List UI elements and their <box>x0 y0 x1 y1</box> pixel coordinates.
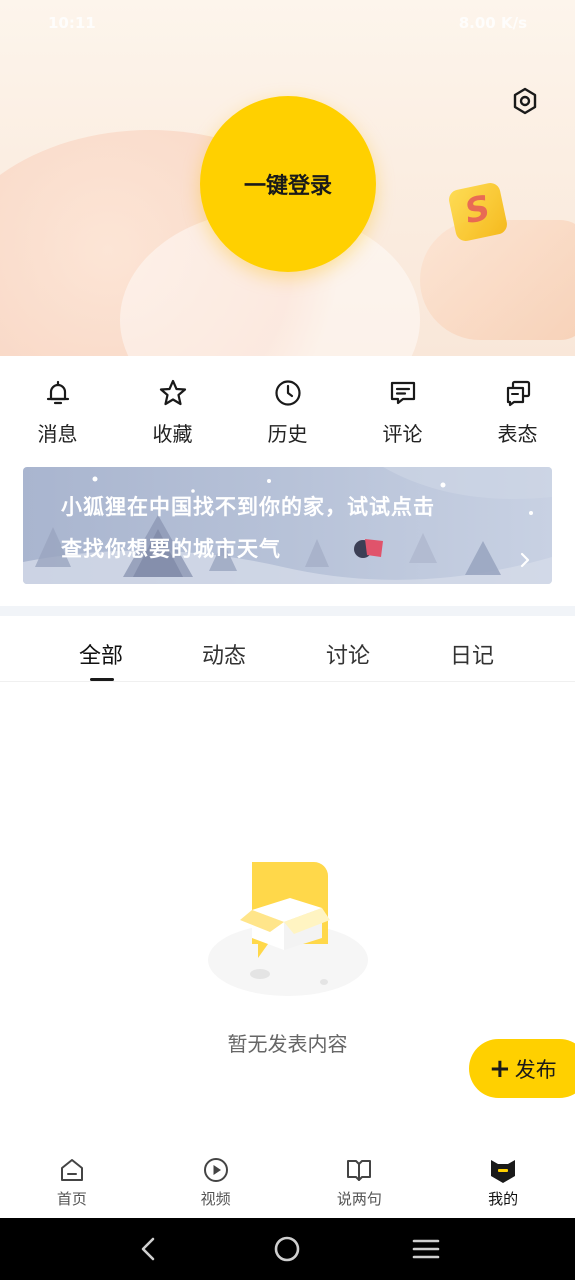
quick-menu-label: 收藏 <box>152 422 193 446</box>
active-tab-indicator <box>90 678 114 681</box>
section-divider <box>0 606 575 616</box>
quick-menu-reactions[interactable]: 表态 <box>460 356 575 456</box>
tab-discussions[interactable]: 讨论 <box>326 638 370 670</box>
back-icon[interactable] <box>134 1234 164 1264</box>
nav-mine[interactable]: 我的 <box>431 1148 575 1218</box>
profile-header: S 10:11 8.00 K/s 一键登录 <box>0 0 575 356</box>
banner-text-line2: 查找你想要的城市天气 <box>61 537 281 561</box>
nav-label: 首页 <box>56 1190 87 1208</box>
bottom-navigation: 首页 视频 说两句 我的 <box>0 1148 575 1218</box>
nav-video[interactable]: 视频 <box>144 1148 288 1218</box>
weather-city-banner[interactable]: 小狐狸在中国找不到你的家，试试点击 查找你想要的城市天气 <box>23 467 552 584</box>
nav-comments[interactable]: 说两句 <box>288 1148 432 1218</box>
publish-label: 发布 <box>514 1057 557 1082</box>
settings-button[interactable] <box>510 86 540 116</box>
star-icon <box>159 379 186 406</box>
winter-scene-illustration <box>23 467 552 584</box>
stack-icon <box>506 380 530 407</box>
quick-menu-comments[interactable]: 评论 <box>345 356 460 456</box>
status-time: 10:11 <box>48 14 96 32</box>
one-click-login-button[interactable]: 一键登录 <box>200 96 376 272</box>
nav-label: 视频 <box>200 1190 231 1208</box>
fox-mascot-icon <box>354 539 383 558</box>
tab-all[interactable]: 全部 <box>79 638 123 670</box>
home-icon <box>60 1159 83 1181</box>
quick-menu-label: 表态 <box>497 422 538 446</box>
chevron-right-icon <box>520 552 530 568</box>
settings-icon <box>513 87 537 115</box>
bell-icon <box>46 380 69 405</box>
comment-icon <box>390 381 415 405</box>
book-icon <box>347 1160 372 1181</box>
recents-menu-icon[interactable] <box>411 1234 441 1264</box>
nav-home[interactable]: 首页 <box>0 1148 144 1218</box>
publish-button[interactable]: + 发布 <box>469 1039 575 1098</box>
quick-menu-favorites[interactable]: 收藏 <box>115 356 230 456</box>
tab-posts[interactable]: 动态 <box>202 638 246 670</box>
content-tabs: 全部 动态 讨论 日记 <box>0 616 575 682</box>
nav-label: 我的 <box>488 1190 519 1208</box>
clock-icon <box>274 380 301 406</box>
tab-diary[interactable]: 日记 <box>450 638 494 670</box>
empty-box-illustration <box>208 862 368 996</box>
plus-icon: + <box>489 1053 511 1084</box>
status-bar: 10:11 8.00 K/s <box>0 0 575 46</box>
quick-menu-label: 消息 <box>37 422 78 446</box>
quick-menu-messages[interactable]: 消息 <box>0 356 115 456</box>
quick-menu-label: 历史 <box>267 422 308 446</box>
status-network-speed: 8.00 K/s <box>458 14 527 32</box>
quick-menu: 消息 收藏 历史 评论 表态 <box>0 356 575 456</box>
nav-label: 说两句 <box>336 1190 382 1208</box>
system-navigation-bar <box>0 1218 575 1280</box>
play-icon <box>203 1158 228 1182</box>
home-circle-icon[interactable] <box>272 1234 302 1264</box>
quick-menu-history[interactable]: 历史 <box>230 356 345 456</box>
brand-card-illustration: S <box>447 181 509 243</box>
hand-illustration <box>420 220 575 340</box>
quick-menu-label: 评论 <box>382 422 423 446</box>
fox-icon <box>491 1160 516 1183</box>
banner-text-line1: 小狐狸在中国找不到你的家，试试点击 <box>61 495 435 519</box>
